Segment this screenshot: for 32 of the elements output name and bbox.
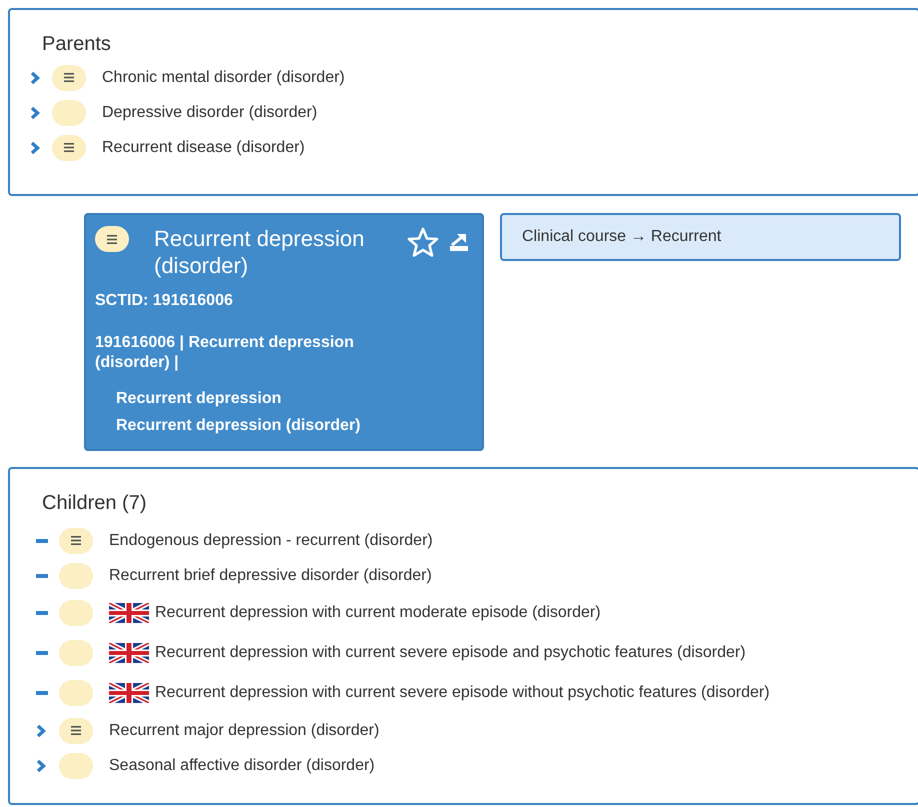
collapse-dash-icon[interactable] xyxy=(36,538,48,542)
description-text: Recurrent depression xyxy=(116,389,282,409)
panel-title: Parents xyxy=(42,32,111,56)
tree-item[interactable]: Endogenous depression - recurrent (disorder) xyxy=(109,528,433,552)
expand-chevron-icon[interactable] xyxy=(30,140,40,154)
panel-title: Children (7) xyxy=(42,491,146,515)
tree-item[interactable]: Recurrent major depression (disorder) xyxy=(109,718,380,742)
concept-title: Recurrent depression (disorder) xyxy=(154,225,366,279)
lines-icon xyxy=(64,73,74,82)
tree-item[interactable]: Depressive disorder (disorder) xyxy=(102,100,318,124)
tree-item[interactable]: Seasonal affective disorder (disorder) xyxy=(109,754,375,778)
tree-item[interactable]: Recurrent depression with current severe episode and psychotic features (disorder) xyxy=(155,641,746,665)
tree-item[interactable]: Recurrent disease (disorder) xyxy=(102,136,305,160)
relationship-text: Clinical course → Recurrent xyxy=(522,227,722,247)
lines-icon xyxy=(71,726,81,735)
tree-item[interactable]: Chronic mental disorder (disorder) xyxy=(102,66,345,90)
expand-chevron-icon[interactable] xyxy=(30,70,40,84)
tree-item[interactable]: Recurrent depression with current moderate episode (disorder) xyxy=(155,601,601,625)
expand-chevron-icon[interactable] xyxy=(36,758,46,772)
lines-icon xyxy=(64,143,74,152)
tree-item[interactable]: Recurrent depression with current severe episode without psychotic features (disorder) xyxy=(155,681,770,705)
lines-icon xyxy=(107,234,117,244)
collapse-dash-icon[interactable] xyxy=(36,574,48,578)
export-icon[interactable] xyxy=(449,232,469,252)
lines-icon xyxy=(71,536,81,545)
tree-item[interactable]: Recurrent brief depressive disorder (disorder) xyxy=(109,564,432,588)
concept-expression: 191616006 | Recurrent depression (disorder) | xyxy=(95,333,355,373)
expand-chevron-icon[interactable] xyxy=(36,724,46,738)
description-text: Recurrent depression (disorder) xyxy=(116,416,360,436)
star-icon[interactable] xyxy=(407,227,439,257)
expand-chevron-icon[interactable] xyxy=(30,106,40,120)
sctid-text: SCTID: 191616006 xyxy=(95,291,233,311)
